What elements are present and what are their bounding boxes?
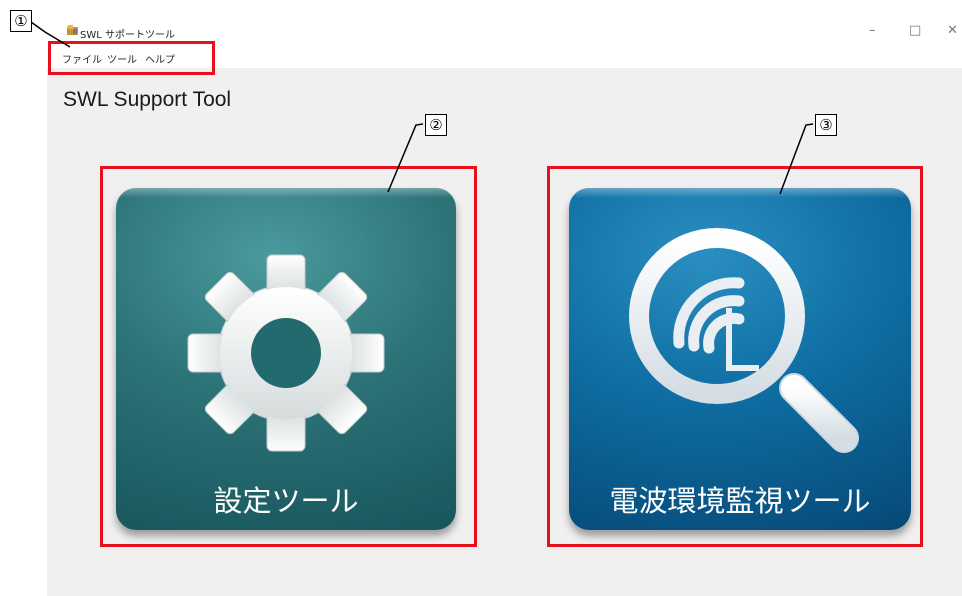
callout-marker-2: ②	[425, 114, 447, 136]
callout-marker-1: ①	[10, 10, 32, 32]
callout-marker-3: ③	[815, 114, 837, 136]
callout-leaders	[30, 21, 814, 195]
